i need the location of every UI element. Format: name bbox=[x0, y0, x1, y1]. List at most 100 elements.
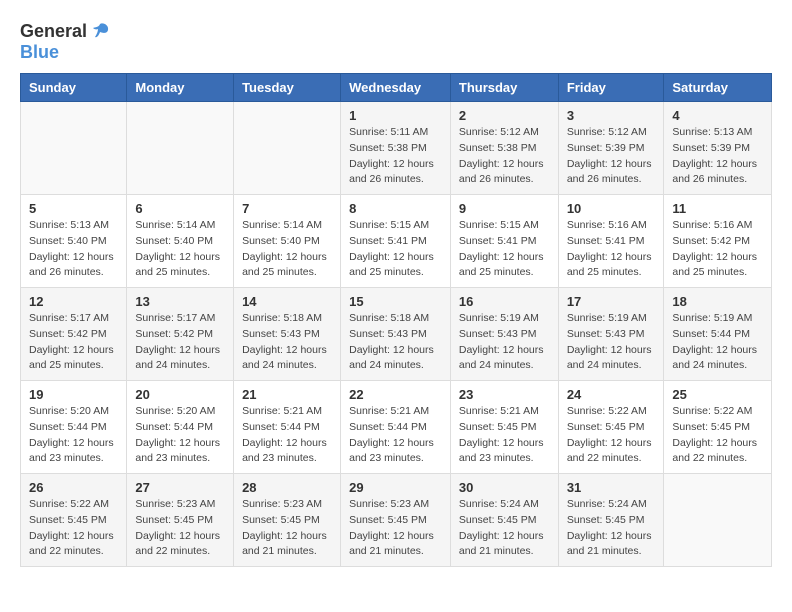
logo: General Blue bbox=[20, 20, 111, 63]
day-cell-3-5: 24Sunrise: 5:22 AMSunset: 5:45 PMDayligh… bbox=[558, 381, 664, 474]
day-cell-1-4: 9 Sunrise: 5:15 AMSunset: 5:41 PMDaylight… bbox=[450, 195, 558, 288]
day-cell-0-4: 2 Sunrise: 5:12 AMSunset: 5:38 PMDaylight… bbox=[450, 102, 558, 195]
header-sunday: Sunday bbox=[21, 74, 127, 102]
week-row-1: 1Sunrise: 5:11 AMSunset: 5:38 PMDaylight… bbox=[21, 102, 772, 195]
day-number: 3 bbox=[567, 108, 656, 123]
day-info: Sunrise: 5:13 AMSunset: 5:39 PMDaylight:… bbox=[672, 125, 763, 188]
header: General Blue bbox=[20, 20, 772, 63]
day-cell-2-6: 18Sunrise: 5:19 AMSunset: 5:44 PMDayligh… bbox=[664, 288, 772, 381]
day-info: Sunrise: 5:18 AMSunset: 5:43 PMDaylight:… bbox=[349, 311, 442, 374]
day-info: Sunrise: 5:11 AMSunset: 5:38 PMDaylight:… bbox=[349, 125, 442, 188]
day-cell-2-4: 16Sunrise: 5:19 AMSunset: 5:43 PMDayligh… bbox=[450, 288, 558, 381]
day-number: 28 bbox=[242, 480, 332, 495]
week-row-5: 26Sunrise: 5:22 AMSunset: 5:45 PMDayligh… bbox=[21, 474, 772, 567]
day-number: 7 bbox=[242, 201, 332, 216]
day-cell-0-0 bbox=[21, 102, 127, 195]
day-number: 2 bbox=[459, 108, 550, 123]
day-info: Sunrise: 5:21 AMSunset: 5:44 PMDaylight:… bbox=[242, 404, 332, 467]
day-number: 29 bbox=[349, 480, 442, 495]
day-cell-2-5: 17 Sunrise: 5:19 AMSunset: 5:43 PMDayligh… bbox=[558, 288, 664, 381]
day-info: Sunrise: 5:22 AMSunset: 5:45 PMDaylight:… bbox=[567, 404, 656, 467]
day-number: 22 bbox=[349, 387, 442, 402]
logo-bird-icon bbox=[89, 20, 111, 42]
day-number: 20 bbox=[135, 387, 225, 402]
day-cell-3-2: 21 Sunrise: 5:21 AMSunset: 5:44 PMDayligh… bbox=[234, 381, 341, 474]
week-row-2: 5 Sunrise: 5:13 AMSunset: 5:40 PMDaylight… bbox=[21, 195, 772, 288]
day-number: 9 bbox=[459, 201, 550, 216]
header-monday: Monday bbox=[127, 74, 234, 102]
day-info: Sunrise: 5:14 AMSunset: 5:40 PMDaylight:… bbox=[135, 218, 225, 281]
header-saturday: Saturday bbox=[664, 74, 772, 102]
day-info: Sunrise: 5:22 AMSunset: 5:45 PMDaylight:… bbox=[29, 497, 118, 560]
day-cell-1-6: 11Sunrise: 5:16 AMSunset: 5:42 PMDayligh… bbox=[664, 195, 772, 288]
day-cell-4-1: 27 Sunrise: 5:23 AMSunset: 5:45 PMDayligh… bbox=[127, 474, 234, 567]
header-thursday: Thursday bbox=[450, 74, 558, 102]
day-info: Sunrise: 5:22 AMSunset: 5:45 PMDaylight:… bbox=[672, 404, 763, 467]
day-cell-1-0: 5 Sunrise: 5:13 AMSunset: 5:40 PMDaylight… bbox=[21, 195, 127, 288]
day-cell-1-2: 7 Sunrise: 5:14 AMSunset: 5:40 PMDaylight… bbox=[234, 195, 341, 288]
day-cell-4-0: 26Sunrise: 5:22 AMSunset: 5:45 PMDayligh… bbox=[21, 474, 127, 567]
day-cell-4-4: 30Sunrise: 5:24 AMSunset: 5:45 PMDayligh… bbox=[450, 474, 558, 567]
day-cell-4-5: 31 Sunrise: 5:24 AMSunset: 5:45 PMDayligh… bbox=[558, 474, 664, 567]
day-number: 15 bbox=[349, 294, 442, 309]
day-number: 27 bbox=[135, 480, 225, 495]
day-info: Sunrise: 5:12 AMSunset: 5:39 PMDaylight:… bbox=[567, 125, 656, 188]
day-number: 31 bbox=[567, 480, 656, 495]
day-number: 30 bbox=[459, 480, 550, 495]
day-number: 18 bbox=[672, 294, 763, 309]
day-cell-0-5: 3 Sunrise: 5:12 AMSunset: 5:39 PMDaylight… bbox=[558, 102, 664, 195]
week-row-3: 12 Sunrise: 5:17 AMSunset: 5:42 PMDayligh… bbox=[21, 288, 772, 381]
day-info: Sunrise: 5:24 AMSunset: 5:45 PMDaylight:… bbox=[567, 497, 656, 560]
day-number: 16 bbox=[459, 294, 550, 309]
day-number: 12 bbox=[29, 294, 118, 309]
day-info: Sunrise: 5:16 AMSunset: 5:41 PMDaylight:… bbox=[567, 218, 656, 281]
day-info: Sunrise: 5:17 AMSunset: 5:42 PMDaylight:… bbox=[29, 311, 118, 374]
calendar-table: SundayMondayTuesdayWednesdayThursdayFrid… bbox=[20, 73, 772, 567]
day-info: Sunrise: 5:21 AMSunset: 5:44 PMDaylight:… bbox=[349, 404, 442, 467]
day-cell-1-1: 6 Sunrise: 5:14 AMSunset: 5:40 PMDaylight… bbox=[127, 195, 234, 288]
logo-blue-text: Blue bbox=[20, 42, 59, 62]
day-cell-3-4: 23 Sunrise: 5:21 AMSunset: 5:45 PMDayligh… bbox=[450, 381, 558, 474]
weekday-header-row: SundayMondayTuesdayWednesdayThursdayFrid… bbox=[21, 74, 772, 102]
day-info: Sunrise: 5:23 AMSunset: 5:45 PMDaylight:… bbox=[135, 497, 225, 560]
day-info: Sunrise: 5:12 AMSunset: 5:38 PMDaylight:… bbox=[459, 125, 550, 188]
day-info: Sunrise: 5:15 AMSunset: 5:41 PMDaylight:… bbox=[459, 218, 550, 281]
day-cell-1-3: 8 Sunrise: 5:15 AMSunset: 5:41 PMDaylight… bbox=[341, 195, 451, 288]
day-number: 23 bbox=[459, 387, 550, 402]
logo-general-text: General bbox=[20, 21, 87, 42]
day-number: 5 bbox=[29, 201, 118, 216]
day-cell-3-1: 20Sunrise: 5:20 AMSunset: 5:44 PMDayligh… bbox=[127, 381, 234, 474]
day-info: Sunrise: 5:15 AMSunset: 5:41 PMDaylight:… bbox=[349, 218, 442, 281]
day-info: Sunrise: 5:18 AMSunset: 5:43 PMDaylight:… bbox=[242, 311, 332, 374]
day-info: Sunrise: 5:19 AMSunset: 5:43 PMDaylight:… bbox=[567, 311, 656, 374]
day-cell-4-2: 28 Sunrise: 5:23 AMSunset: 5:45 PMDayligh… bbox=[234, 474, 341, 567]
day-info: Sunrise: 5:16 AMSunset: 5:42 PMDaylight:… bbox=[672, 218, 763, 281]
day-cell-2-3: 15 Sunrise: 5:18 AMSunset: 5:43 PMDayligh… bbox=[341, 288, 451, 381]
day-number: 10 bbox=[567, 201, 656, 216]
day-cell-0-3: 1Sunrise: 5:11 AMSunset: 5:38 PMDaylight… bbox=[341, 102, 451, 195]
day-cell-0-1 bbox=[127, 102, 234, 195]
week-row-4: 19 Sunrise: 5:20 AMSunset: 5:44 PMDayligh… bbox=[21, 381, 772, 474]
day-number: 17 bbox=[567, 294, 656, 309]
day-info: Sunrise: 5:14 AMSunset: 5:40 PMDaylight:… bbox=[242, 218, 332, 281]
day-info: Sunrise: 5:13 AMSunset: 5:40 PMDaylight:… bbox=[29, 218, 118, 281]
day-info: Sunrise: 5:21 AMSunset: 5:45 PMDaylight:… bbox=[459, 404, 550, 467]
day-cell-3-3: 22 Sunrise: 5:21 AMSunset: 5:44 PMDayligh… bbox=[341, 381, 451, 474]
day-number: 19 bbox=[29, 387, 118, 402]
day-info: Sunrise: 5:23 AMSunset: 5:45 PMDaylight:… bbox=[242, 497, 332, 560]
day-info: Sunrise: 5:23 AMSunset: 5:45 PMDaylight:… bbox=[349, 497, 442, 560]
day-number: 8 bbox=[349, 201, 442, 216]
header-friday: Friday bbox=[558, 74, 664, 102]
day-cell-0-6: 4 Sunrise: 5:13 AMSunset: 5:39 PMDaylight… bbox=[664, 102, 772, 195]
day-number: 4 bbox=[672, 108, 763, 123]
header-tuesday: Tuesday bbox=[234, 74, 341, 102]
header-wednesday: Wednesday bbox=[341, 74, 451, 102]
day-cell-2-0: 12 Sunrise: 5:17 AMSunset: 5:42 PMDayligh… bbox=[21, 288, 127, 381]
day-number: 21 bbox=[242, 387, 332, 402]
day-cell-2-2: 14Sunrise: 5:18 AMSunset: 5:43 PMDayligh… bbox=[234, 288, 341, 381]
day-cell-1-5: 10 Sunrise: 5:16 AMSunset: 5:41 PMDayligh… bbox=[558, 195, 664, 288]
day-cell-4-6 bbox=[664, 474, 772, 567]
day-number: 6 bbox=[135, 201, 225, 216]
day-cell-0-2 bbox=[234, 102, 341, 195]
day-info: Sunrise: 5:20 AMSunset: 5:44 PMDaylight:… bbox=[29, 404, 118, 467]
